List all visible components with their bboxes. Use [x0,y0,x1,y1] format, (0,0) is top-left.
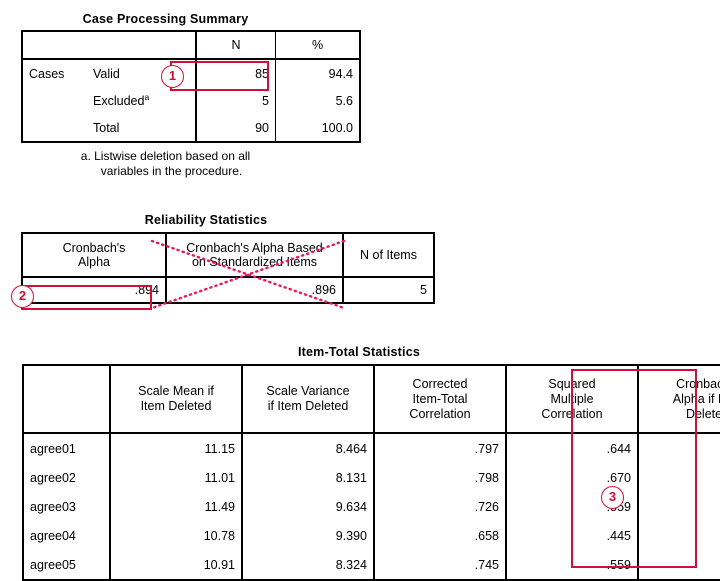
item-label: agree02 [23,463,110,492]
row-label-total: Total [87,114,196,142]
table-header-row: N % [22,31,360,59]
header-line: Alpha if Item [672,391,720,406]
case-processing-summary-table: N % Cases Valid 85 94.4 Excludeda 5 5.6 … [21,30,361,143]
scale-variance-cell: 8.131 [241,463,374,492]
header-cronbachs-alpha: Cronbach's Alpha [22,233,166,277]
squared-multiple-cell: .445 [505,521,638,550]
header-line: Cronbach's [62,241,126,255]
header-blank-item [23,365,110,433]
corrected-item-total-cell: .798 [373,463,506,492]
corrected-item-total-cell: .658 [373,521,506,550]
header-line: on Standardized Items [191,255,318,269]
total-percent-cell: 100.0 [275,114,360,142]
marker-1-circle: 1 [161,65,184,88]
item-total-statistics-title: Item-Total Statistics [297,345,421,359]
corrected-item-total-cell: .726 [373,492,506,521]
scale-variance-cell: 9.634 [241,492,374,521]
case-processing-summary-title: Case Processing Summary [82,12,249,26]
header-line: Correlation [541,406,603,421]
item-label: agree03 [23,492,110,521]
header-line: N of Items [360,248,417,262]
header-line: Squared [548,376,596,391]
table-row: Total 90 100.0 [22,114,360,142]
row-label-excluded-text: Excluded [93,93,145,108]
cases-group-label: Cases [22,59,87,87]
scale-mean-cell: 10.78 [109,521,242,550]
reliability-statistics-block: Reliability Statistics Cronbach's Alpha … [21,213,435,304]
header-cronbachs-alpha-standardized: Cronbach's Alpha Based on Standardized I… [165,233,343,277]
header-line: Item Deleted [140,399,212,413]
table-row: agree04 10.78 9.390 .658 .445 .888 [23,521,720,550]
cronbachs-alpha-standardized-value: .896 [165,277,343,303]
table-row: agree01 11.15 8.464 .797 .644 .858 [23,433,720,463]
scale-mean-cell: 11.15 [109,433,242,463]
alpha-if-deleted-cell: .877 [637,492,720,521]
table-row: .894 .896 5 [22,277,434,303]
footnote-line-1: a. Listwise deletion based on all [80,149,251,163]
marker-2-circle: 2 [11,285,34,308]
header-n-of-items: N of Items [342,233,434,277]
header-scale-variance-if-item-deleted: Scale Variance if Item Deleted [241,365,374,433]
corrected-item-total-cell: .797 [373,433,506,463]
total-n-cell: 90 [195,114,276,142]
scale-mean-cell: 11.49 [109,492,242,521]
header-blank-2 [87,31,196,59]
item-label: agree01 [23,433,110,463]
item-total-statistics-block: Item-Total Statistics Scale Mean if Item… [22,345,720,581]
header-line: if Item Deleted [267,399,349,413]
header-line: Corrected [412,376,468,391]
alpha-if-deleted-cell: .858 [637,433,720,463]
excluded-n-cell: 5 [195,87,276,114]
valid-n-cell: 85 [195,59,276,87]
empty-group-cell [22,114,87,142]
header-line: Scale Variance [266,384,350,398]
table-header-row: Cronbach's Alpha Cronbach's Alpha Based … [22,233,434,277]
row-label-excluded: Excludeda [87,87,196,114]
n-of-items-value: 5 [342,277,434,303]
reliability-statistics-table: Cronbach's Alpha Cronbach's Alpha Based … [21,232,435,304]
header-percent: % [275,31,360,59]
header-line: Multiple [550,391,594,406]
header-line: Correlation [409,406,471,421]
footnote-marker-a: a [144,91,150,102]
alpha-if-deleted-cell: .888 [637,521,720,550]
footnote-line-2: variables in the procedure. [100,164,243,178]
header-squared-multiple-correlation: Squared Multiple Correlation [505,365,638,433]
item-total-statistics-table: Scale Mean if Item Deleted Scale Varianc… [22,364,720,581]
marker-3-circle: 3 [601,486,624,509]
table-header-row: Scale Mean if Item Deleted Scale Varianc… [23,365,720,433]
table-row: Excludeda 5 5.6 [22,87,360,114]
header-line: Cronbach's [676,376,720,391]
case-processing-footnote: a. Listwise deletion based on all variab… [21,149,310,179]
empty-group-cell [22,87,87,114]
cronbachs-alpha-value: .894 [22,277,166,303]
header-blank-1 [22,31,87,59]
case-processing-summary-block: Case Processing Summary N % Cases Valid … [21,12,361,179]
squared-multiple-cell: .644 [505,433,638,463]
header-line: Scale Mean if [138,384,214,398]
item-label: agree04 [23,521,110,550]
header-line: Item-Total [412,391,468,406]
excluded-percent-cell: 5.6 [275,87,360,114]
header-n: N [195,31,276,59]
header-line: Alpha [78,255,110,269]
scale-variance-cell: 9.390 [241,521,374,550]
table-row: Cases Valid 85 94.4 [22,59,360,87]
alpha-if-deleted-cell: .857 [637,463,720,492]
header-cronbachs-alpha-if-item-deleted: Cronbach's Alpha if Item Deleted [637,365,720,433]
scale-mean-cell: 11.01 [109,463,242,492]
header-scale-mean-if-item-deleted: Scale Mean if Item Deleted [109,365,242,433]
reliability-statistics-title: Reliability Statistics [144,213,268,227]
valid-percent-cell: 94.4 [275,59,360,87]
scale-variance-cell: 8.464 [241,433,374,463]
header-line: Cronbach's Alpha Based [186,241,323,255]
header-line: Deleted [685,406,720,421]
header-corrected-item-total-correlation: Corrected Item-Total Correlation [373,365,506,433]
